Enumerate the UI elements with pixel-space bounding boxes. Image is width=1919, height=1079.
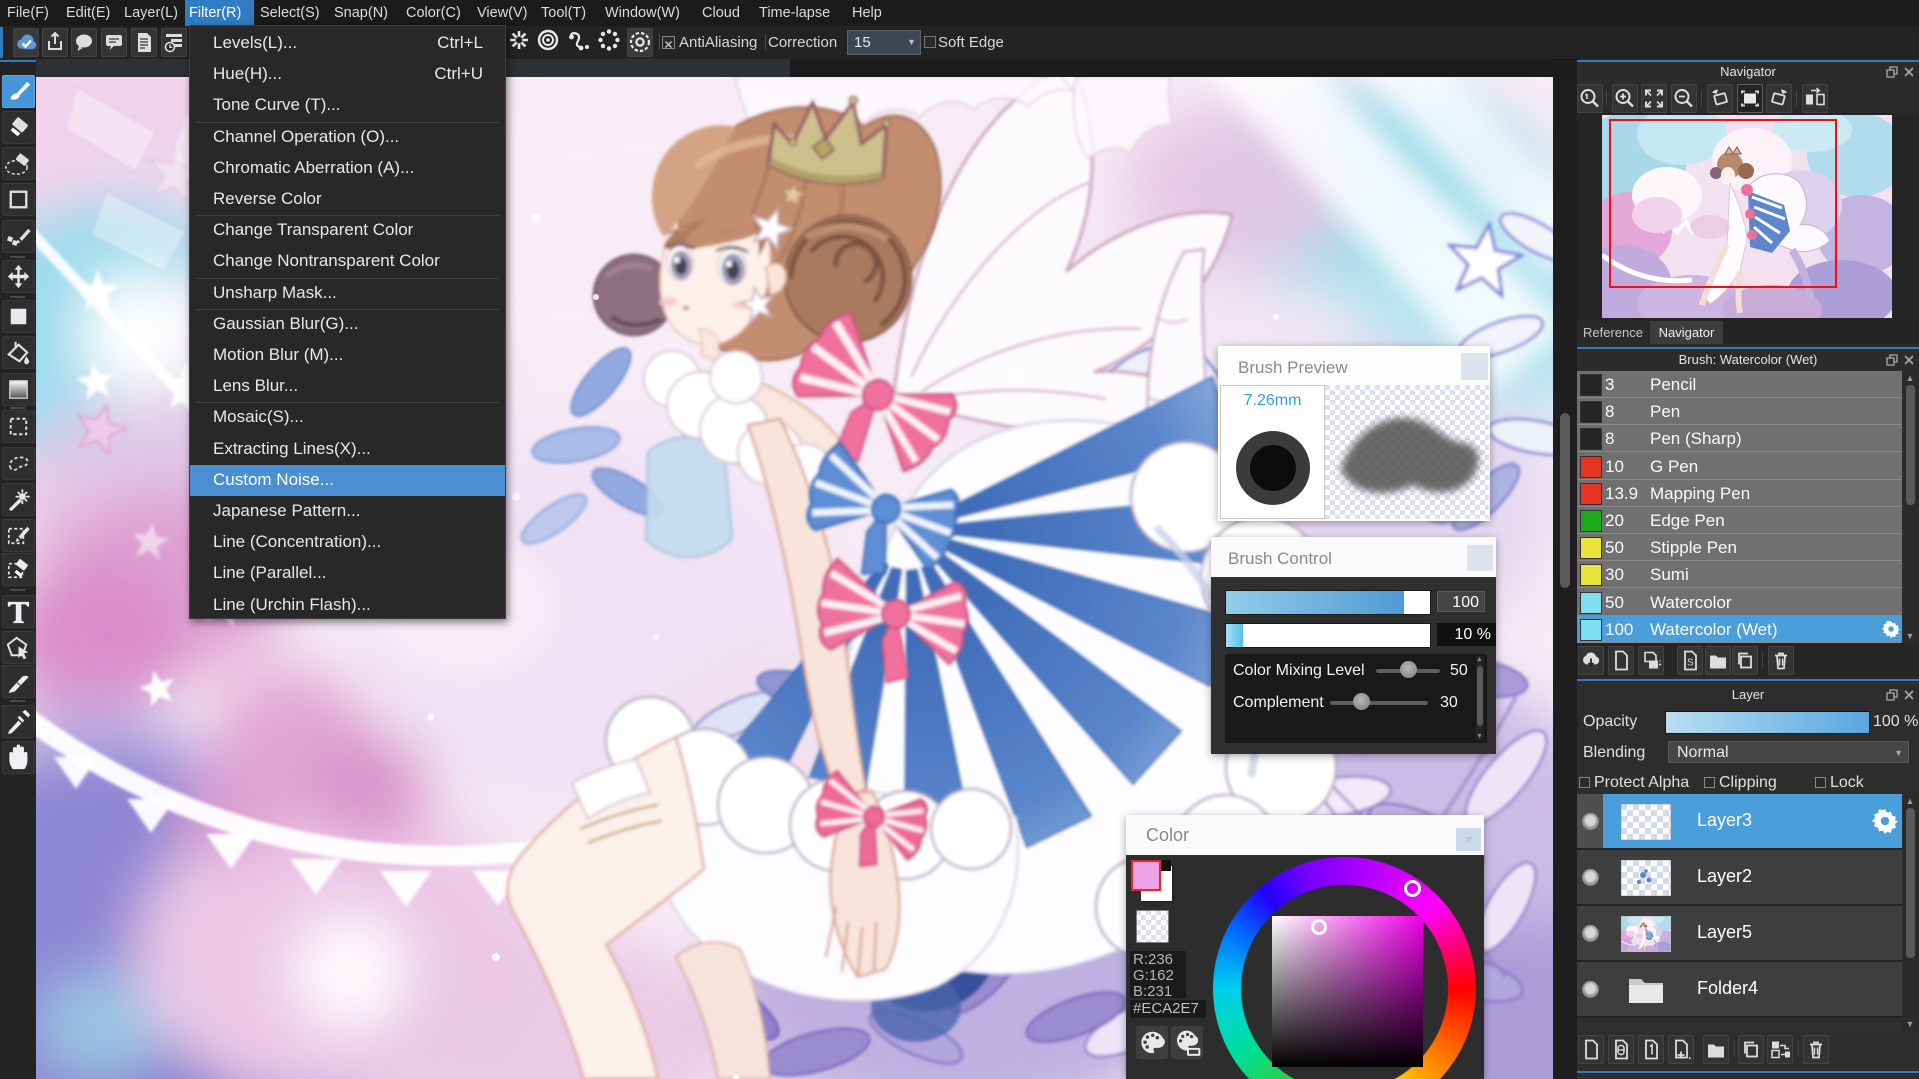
svg-text:S: S <box>1687 658 1694 669</box>
